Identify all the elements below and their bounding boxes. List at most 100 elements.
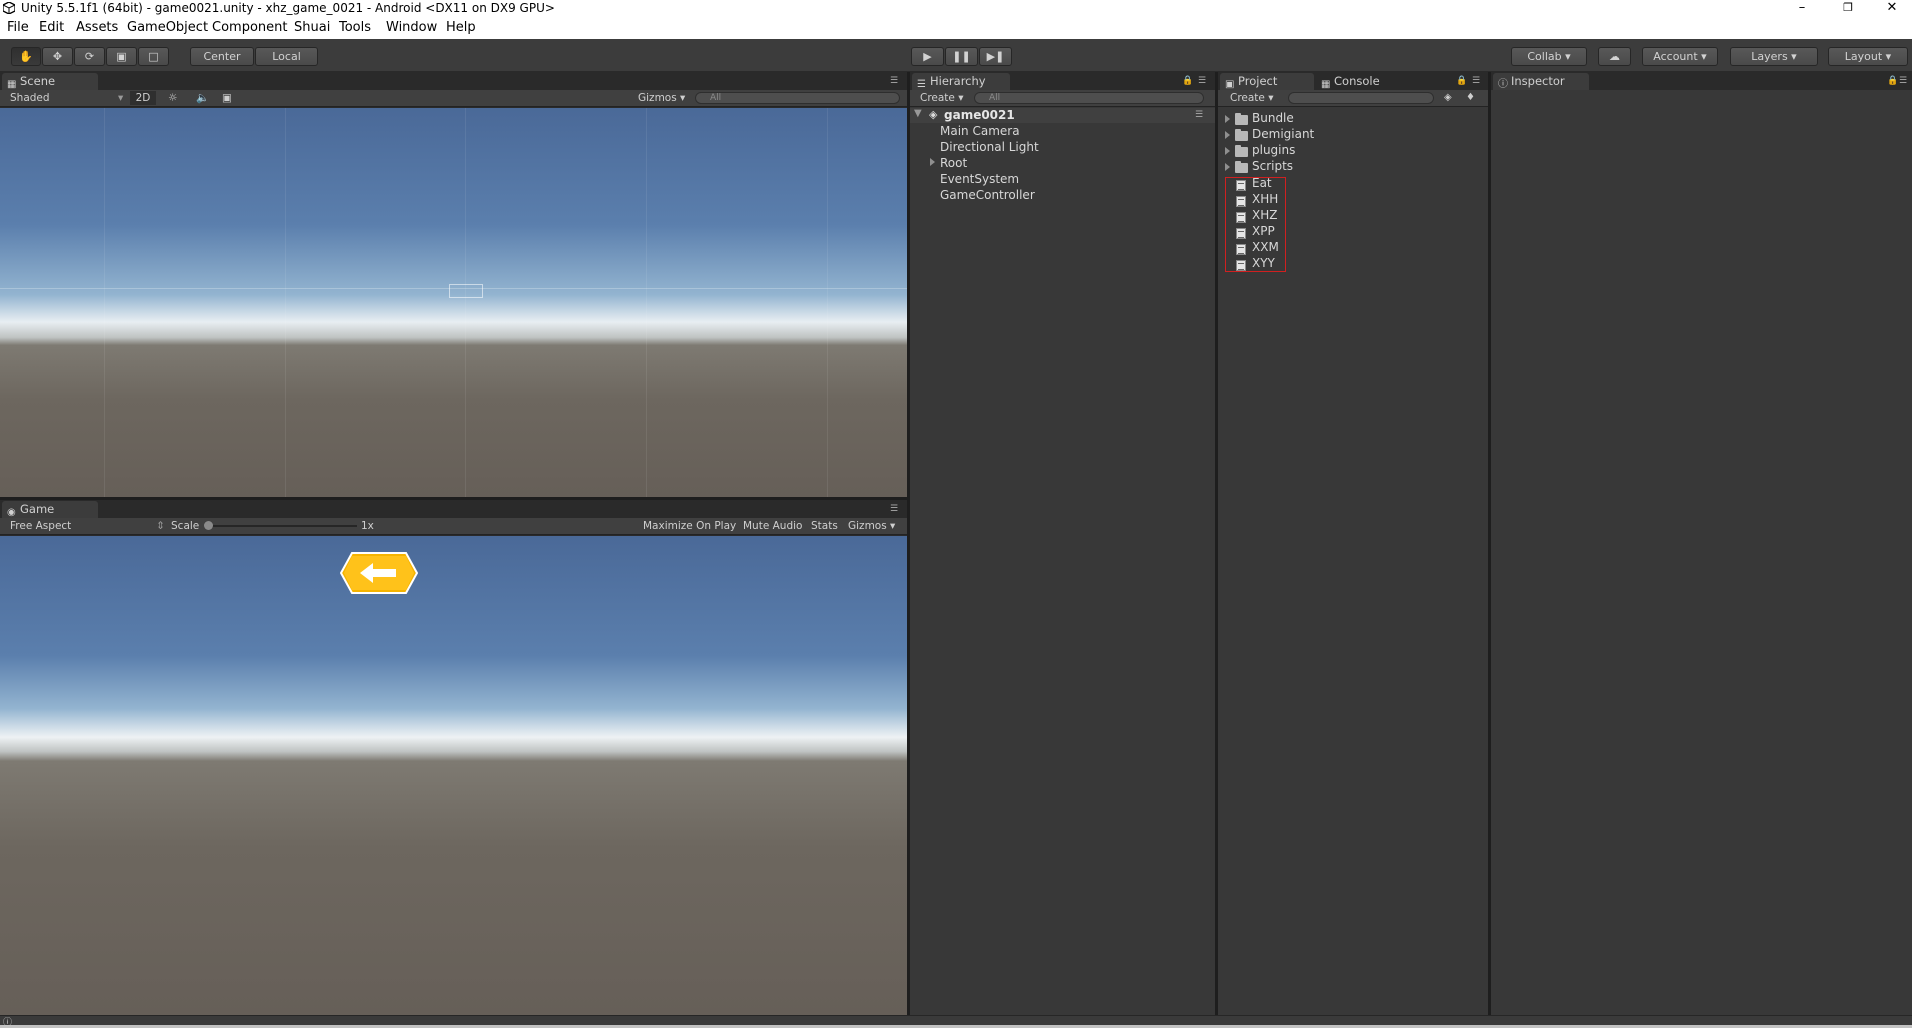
foldout-icon[interactable] (1225, 131, 1230, 139)
panel-menu-icon[interactable]: ☰ (890, 504, 898, 514)
hierarchy-item-main-camera[interactable]: Main Camera (940, 124, 1020, 138)
hierarchy-item-directional-light[interactable]: Directional Light (940, 140, 1039, 154)
lock-icon[interactable]: 🔒 (1182, 76, 1193, 86)
panel-menu-icon[interactable]: ☰ (1899, 76, 1907, 86)
folder-label: Demigiant (1252, 127, 1315, 141)
menu-gameobject[interactable]: GameObject (127, 20, 208, 35)
tab-hierarchy[interactable]: ☰ Hierarchy (912, 73, 1010, 90)
project-search-input[interactable] (1288, 92, 1434, 104)
shading-dropdown[interactable]: Shaded (10, 90, 50, 106)
project-folder-scripts[interactable]: Scripts (1252, 159, 1293, 173)
game-gizmos-dropdown[interactable]: Gizmos ▾ (848, 518, 895, 534)
hierarchy-tabstrip: ☰ Hierarchy 🔒 ☰ (910, 72, 1215, 90)
menu-assets[interactable]: Assets (76, 20, 118, 35)
menu-file[interactable]: File (7, 20, 29, 35)
tab-inspector[interactable]: ⓘ Inspector (1493, 73, 1589, 90)
layout-dropdown[interactable]: Layout ▾ (1828, 47, 1908, 66)
foldout-icon[interactable] (930, 158, 935, 166)
menu-edit[interactable]: Edit (39, 20, 64, 35)
hierarchy-create-dropdown[interactable]: Create ▾ (920, 90, 964, 106)
tab-game[interactable]: ◉ Game (2, 501, 98, 518)
scene-search-input[interactable]: All (695, 92, 900, 104)
project-script-xxm[interactable]: XXM (1252, 240, 1279, 254)
minimize-icon[interactable]: – (1782, 0, 1822, 17)
scene-panel: ▦ Scene ☰ Shaded ▾ 2D ☼ 🔈 ▣ Gizmos ▾ All (0, 72, 907, 497)
project-script-xyy[interactable]: XYY (1252, 256, 1275, 270)
filter-label-icon[interactable]: ♦ (1466, 90, 1475, 106)
menu-bar: File Edit Assets GameObject Component Sh… (0, 17, 1912, 39)
project-script-xpp[interactable]: XPP (1252, 224, 1275, 238)
hierarchy-panel: ☰ Hierarchy 🔒 ☰ Create ▾ All ▼ ◈ game002… (910, 72, 1215, 1015)
pivot-center-button[interactable]: Center (190, 47, 254, 66)
move-tool-button[interactable]: ✥ (42, 47, 73, 66)
scale-slider-thumb[interactable] (204, 521, 213, 530)
script-label: XPP (1252, 224, 1275, 238)
panel-menu-icon[interactable]: ☰ (1472, 76, 1480, 86)
aspect-dropdown[interactable]: Free Aspect (10, 518, 71, 534)
grid-line (104, 108, 105, 497)
project-folder-bundle[interactable]: Bundle (1252, 111, 1294, 125)
hierarchy-item-eventsystem[interactable]: EventSystem (940, 172, 1019, 186)
gizmos-dropdown[interactable]: Gizmos ▾ (638, 90, 685, 106)
foldout-open-icon[interactable]: ▼ (914, 108, 922, 119)
restore-icon[interactable]: ❐ (1828, 0, 1868, 17)
menu-component[interactable]: Component (212, 20, 287, 35)
scene-tabstrip: ▦ Scene ☰ (0, 72, 907, 90)
scale-slider-track[interactable] (207, 525, 357, 527)
project-script-xhh[interactable]: XHH (1252, 192, 1278, 206)
foldout-icon[interactable] (1225, 147, 1230, 155)
project-script-xhz[interactable]: XHZ (1252, 208, 1277, 222)
menu-window[interactable]: Window (386, 20, 437, 35)
project-folder-demigiant[interactable]: Demigiant (1252, 127, 1314, 141)
hierarchy-search-input[interactable]: All (974, 92, 1204, 104)
lock-icon[interactable]: 🔒 (1887, 76, 1898, 86)
menu-shuai[interactable]: Shuai (294, 20, 330, 35)
stats-toggle[interactable]: Stats (811, 518, 838, 534)
tab-project[interactable]: ▣ Project (1220, 73, 1314, 90)
folder-label: Scripts (1252, 159, 1294, 173)
pause-button[interactable]: ❚❚ (945, 47, 978, 66)
menu-tools[interactable]: Tools (339, 20, 371, 35)
collab-button[interactable]: Collab ▾ (1511, 47, 1587, 66)
pivot-local-button[interactable]: Local (255, 47, 318, 66)
panel-menu-icon[interactable]: ☰ (890, 76, 898, 86)
mute-audio-toggle[interactable]: Mute Audio (743, 518, 802, 534)
cs-script-icon (1236, 180, 1246, 191)
panel-menu-icon[interactable]: ☰ (1198, 76, 1206, 86)
project-folder-plugins[interactable]: plugins (1252, 143, 1295, 157)
step-button[interactable]: ▶❚ (979, 47, 1012, 66)
scene-header-row[interactable]: ▼ ◈ game0021 ☰ (910, 108, 1215, 123)
layers-dropdown[interactable]: Layers ▾ (1730, 47, 1818, 66)
script-label: XHH (1252, 192, 1279, 206)
scene-viewport[interactable] (0, 108, 907, 497)
maximize-on-play-toggle[interactable]: Maximize On Play (643, 518, 736, 534)
tab-scene[interactable]: ▦ Scene (2, 73, 98, 90)
play-button[interactable]: ▶ (911, 47, 944, 66)
account-dropdown[interactable]: Account ▾ (1642, 47, 1718, 66)
rotate-tool-button[interactable]: ⟳ (74, 47, 105, 66)
2d-toggle[interactable]: 2D (130, 91, 156, 105)
menu-help[interactable]: Help (446, 20, 476, 35)
hierarchy-item-root[interactable]: Root (940, 156, 967, 170)
project-script-eat[interactable]: Eat (1252, 176, 1272, 190)
foldout-icon[interactable] (1225, 163, 1230, 171)
back-arrow-button[interactable] (340, 552, 418, 594)
aspect-label: Free Aspect (10, 520, 72, 532)
cloud-button[interactable]: ☁ (1598, 47, 1631, 66)
lock-icon[interactable]: 🔒 (1456, 76, 1467, 86)
rect-tool-button[interactable]: □ (138, 47, 169, 66)
project-create-dropdown[interactable]: Create ▾ (1230, 90, 1274, 106)
hierarchy-item-gamecontroller[interactable]: GameController (940, 188, 1035, 202)
scale-tool-button[interactable]: ▣ (106, 47, 137, 66)
hierarchy-search-placeholder: All (989, 93, 1001, 103)
filter-type-icon[interactable]: ◈ (1444, 90, 1452, 106)
audio-icon[interactable]: 🔈 (196, 90, 209, 106)
scene-menu-icon[interactable]: ☰ (1195, 110, 1203, 120)
close-icon[interactable]: ✕ (1872, 0, 1912, 17)
hand-tool-button[interactable]: ✋ (11, 47, 41, 66)
effects-icon[interactable]: ▣ (222, 90, 232, 106)
foldout-icon[interactable] (1225, 115, 1230, 123)
lighting-icon[interactable]: ☼ (168, 90, 177, 106)
game-viewport[interactable] (0, 536, 907, 1015)
tab-console[interactable]: ▦ Console (1316, 73, 1406, 90)
